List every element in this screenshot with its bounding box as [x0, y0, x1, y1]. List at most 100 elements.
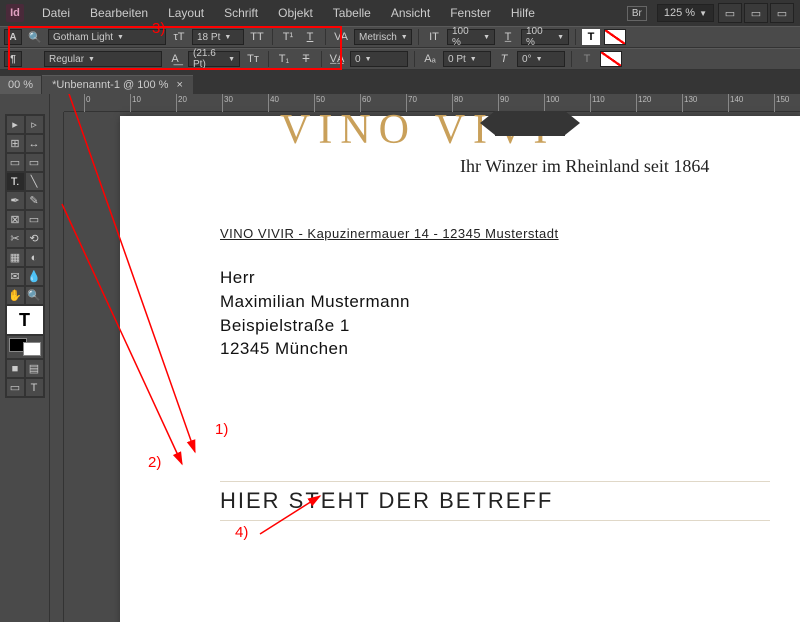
brand-emblem [495, 111, 565, 136]
addr-line: Maximilian Mustermann [220, 290, 410, 314]
allcaps-icon[interactable]: TT [248, 29, 266, 45]
view-preview[interactable]: T [25, 378, 44, 397]
gradient-swatch-tool[interactable]: ▦ [6, 248, 25, 267]
scissors-tool[interactable]: ✂ [6, 229, 25, 248]
canvas[interactable]: 0102030405060708090100110120130140150 VI… [50, 94, 800, 622]
menu-fenster[interactable]: Fenster [440, 6, 501, 20]
note-tool[interactable]: ✉ [6, 267, 25, 286]
bridge-icon[interactable]: Br [627, 6, 647, 21]
addr-line: Herr [220, 266, 410, 290]
content-collector-tool[interactable]: ▭ [6, 153, 25, 172]
menu-schrift[interactable]: Schrift [214, 6, 268, 20]
fill-swatch[interactable] [604, 29, 626, 45]
menubar: Id Datei Bearbeiten Layout Schrift Objek… [0, 0, 800, 26]
free-transform-tool[interactable]: ⟲ [25, 229, 44, 248]
chevron-down-icon: ▼ [699, 9, 707, 18]
menu-datei[interactable]: Datei [32, 6, 80, 20]
fill-stroke-swatch[interactable] [6, 335, 44, 359]
recipient-address: Herr Maximilian Mustermann Beispielstraß… [220, 266, 410, 361]
menu-ansicht[interactable]: Ansicht [381, 6, 440, 20]
font-family-value: Gotham Light [53, 32, 113, 43]
apply-color[interactable]: ■ [6, 359, 25, 378]
skew-value: 0° [522, 54, 532, 65]
fill-text-icon[interactable]: T [582, 29, 600, 45]
kerning-select[interactable]: Metrisch▼ [354, 29, 412, 45]
workarea: ▸▹ ⊞↔ ▭▭ T.╲ ✒✎ ⊠▭ ✂⟲ ▦◐ ✉💧 ✋🔍 T ■▤ ▭T 0… [0, 94, 800, 622]
selection-tool[interactable]: ▸ [6, 115, 25, 134]
baseline-value: 0 Pt [448, 54, 466, 65]
document-tabbar: 00 % *Unbenannt-1 @ 100 % × [0, 70, 800, 94]
format-text-indicator[interactable]: T [6, 305, 44, 335]
skew-select[interactable]: 0°▼ [517, 51, 565, 67]
rectangle-tool[interactable]: ▭ [25, 210, 44, 229]
tab-zoom-indicator: 00 % [0, 76, 42, 94]
superscript-icon[interactable]: T¹ [279, 29, 297, 45]
vertical-ruler [50, 112, 64, 622]
tracking-icon: V̲A̲ [328, 51, 346, 67]
eyedropper-tool[interactable]: 💧 [25, 267, 44, 286]
menu-tabelle[interactable]: Tabelle [323, 6, 381, 20]
para-panel-icon[interactable]: ¶ [4, 51, 22, 67]
font-family-select[interactable]: Gotham Light▼ [48, 29, 166, 45]
apply-gradient[interactable]: ▤ [25, 359, 44, 378]
type-tool[interactable]: T. [6, 172, 25, 191]
subscript-icon[interactable]: T₁ [275, 51, 293, 67]
stroke-swatch[interactable] [600, 51, 622, 67]
strike-icon[interactable]: T [297, 51, 315, 67]
leading-value: (21.6 Pt) [193, 48, 224, 70]
zoom-level[interactable]: 125 %▼ [657, 4, 714, 22]
app-icon: Id [6, 4, 24, 22]
font-size-icon: τT [170, 29, 188, 45]
underline-icon[interactable]: T [301, 29, 319, 45]
gradient-feather-tool[interactable]: ◐ [25, 248, 44, 267]
tab-title: *Unbenannt-1 @ 100 % [52, 79, 168, 91]
line-tool[interactable]: ╲ [25, 172, 44, 191]
hscale-icon: T̲ [499, 29, 517, 45]
subject-frame[interactable]: HIER STEHT DER BETREFF [220, 481, 770, 521]
baseline-icon: Aₐ [421, 51, 439, 67]
tracking-select[interactable]: 0▼ [350, 51, 408, 67]
skew-icon: T [495, 51, 513, 67]
subject-text: HIER STEHT DER BETREFF [220, 488, 770, 514]
pencil-tool[interactable]: ✎ [25, 191, 44, 210]
hand-tool[interactable]: ✋ [6, 286, 25, 305]
view-mode-icon[interactable]: ▭ [718, 3, 742, 23]
tracking-value: 0 [355, 54, 361, 65]
view-normal[interactable]: ▭ [6, 378, 25, 397]
smallcaps-icon[interactable]: Tᴛ [244, 51, 262, 67]
document-tab[interactable]: *Unbenannt-1 @ 100 % × [42, 75, 193, 94]
leading-select[interactable]: (21.6 Pt)▼ [188, 51, 240, 67]
direct-selection-tool[interactable]: ▹ [25, 115, 44, 134]
vscale-select[interactable]: 100 %▼ [447, 29, 495, 45]
search-icon: 🔍 [26, 29, 44, 45]
screen-mode-icon[interactable]: ▭ [744, 3, 768, 23]
annotation-label-3: 3) [152, 20, 165, 37]
arrange-icon[interactable]: ▭ [770, 3, 794, 23]
rectangle-frame-tool[interactable]: ⊠ [6, 210, 25, 229]
addr-line: 12345 München [220, 337, 410, 361]
menu-bearbeiten[interactable]: Bearbeiten [80, 6, 158, 20]
annotation-label-1: 1) [215, 421, 228, 438]
content-placer-tool[interactable]: ▭ [25, 153, 44, 172]
stroke-text-icon[interactable]: T [578, 51, 596, 67]
close-tab-icon[interactable]: × [176, 79, 182, 91]
menu-hilfe[interactable]: Hilfe [501, 6, 545, 20]
menu-objekt[interactable]: Objekt [268, 6, 323, 20]
zoom-tool[interactable]: 🔍 [25, 286, 44, 305]
pen-tool[interactable]: ✒ [6, 191, 25, 210]
gap-tool[interactable]: ↔ [25, 134, 44, 153]
baseline-select[interactable]: 0 Pt▼ [443, 51, 491, 67]
vscale-icon: IT [425, 29, 443, 45]
annotation-label-2: 2) [148, 454, 161, 471]
font-size-value: 18 Pt [197, 32, 220, 43]
font-size-select[interactable]: 18 Pt▼ [192, 29, 244, 45]
hscale-select[interactable]: 100 %▼ [521, 29, 569, 45]
page-tool[interactable]: ⊞ [6, 134, 25, 153]
vscale-value: 100 % [452, 26, 479, 48]
hscale-value: 100 % [526, 26, 553, 48]
font-style-value: Regular [49, 54, 84, 65]
char-panel-icon[interactable]: A [4, 29, 22, 45]
control-bar-row2: ¶ Regular▼ A͟ (21.6 Pt)▼ Tᴛ T₁ T V̲A̲ 0▼… [0, 48, 800, 70]
menu-layout[interactable]: Layout [158, 6, 214, 20]
font-style-select[interactable]: Regular▼ [44, 51, 162, 67]
